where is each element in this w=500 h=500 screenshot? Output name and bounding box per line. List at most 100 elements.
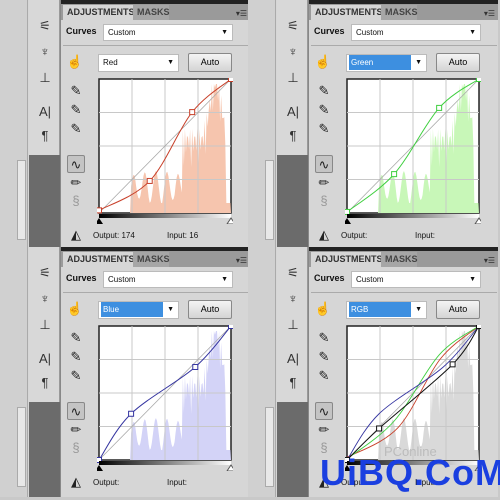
- brush-cup-icon[interactable]: ♆: [35, 44, 55, 60]
- brush-cup-icon[interactable]: ♆: [283, 291, 303, 307]
- adjust-sliders-icon[interactable]: ⚟: [283, 265, 303, 281]
- panel-scrollbar[interactable]: [248, 0, 276, 250]
- auto-button[interactable]: Auto: [188, 53, 232, 72]
- divider: [63, 45, 249, 46]
- preset-dropdown[interactable]: Custom ▼: [351, 271, 481, 288]
- channel-dropdown[interactable]: Red ▼: [98, 54, 179, 72]
- black-eyedropper-icon[interactable]: ✎: [67, 329, 85, 347]
- white-point-slider: [474, 217, 481, 224]
- curves-label: Curves: [66, 273, 97, 283]
- curve-control-point: [436, 104, 443, 111]
- adjustments-panel: ADJUSTMENTS MASKS ▾☰ Curves Custom ▼ ☝ Gr…: [308, 0, 498, 250]
- black-eyedropper-icon[interactable]: ✎: [315, 329, 333, 347]
- curve-edit-icon[interactable]: ∿: [315, 402, 333, 420]
- panel-menu-icon[interactable]: ▾☰: [484, 256, 495, 265]
- adjust-sliders-icon[interactable]: ⚟: [35, 265, 55, 281]
- white-eyedropper-icon[interactable]: ✎: [315, 367, 333, 385]
- panel-tabs: ADJUSTMENTS MASKS ▾☰: [309, 4, 498, 20]
- clipping-warning-icon[interactable]: ◭: [67, 226, 85, 244]
- divider: [311, 292, 497, 293]
- stamp-icon[interactable]: ⊥: [283, 70, 303, 86]
- black-point-slider: [345, 218, 351, 224]
- white-eyedropper-icon[interactable]: ✎: [67, 120, 85, 138]
- character-icon[interactable]: A|: [283, 351, 303, 367]
- target-adjust-hand-icon[interactable]: ☝: [66, 53, 84, 71]
- scroll-thumb[interactable]: [265, 160, 274, 240]
- scroll-thumb[interactable]: [17, 407, 26, 487]
- gray-eyedropper-icon[interactable]: ✎: [67, 101, 85, 119]
- panel-scrollbar[interactable]: [0, 0, 28, 250]
- scroll-thumb[interactable]: [265, 407, 274, 487]
- stamp-icon[interactable]: ⊥: [35, 70, 55, 86]
- panel-menu-icon[interactable]: ▾☰: [236, 9, 247, 18]
- black-point-slider: [97, 218, 103, 224]
- brush-cup-icon[interactable]: ♆: [35, 291, 55, 307]
- curves-graph[interactable]: [345, 78, 481, 224]
- channel-dropdown[interactable]: Blue ▼: [98, 301, 179, 319]
- white-point-slider: [226, 464, 233, 471]
- scroll-thumb[interactable]: [17, 160, 26, 240]
- white-eyedropper-icon[interactable]: ✎: [67, 367, 85, 385]
- pencil-icon[interactable]: ✏: [315, 174, 333, 192]
- target-adjust-hand-icon[interactable]: ☝: [66, 300, 84, 318]
- pencil-icon[interactable]: ✏: [67, 174, 85, 192]
- black-eyedropper-icon[interactable]: ✎: [67, 82, 85, 100]
- smooth-icon[interactable]: §: [315, 192, 333, 210]
- paragraph-icon[interactable]: ¶: [283, 375, 303, 391]
- white-eyedropper-icon[interactable]: ✎: [315, 120, 333, 138]
- curve-edit-icon[interactable]: ∿: [67, 155, 85, 173]
- character-icon[interactable]: A|: [35, 351, 55, 367]
- smooth-icon[interactable]: §: [67, 439, 85, 457]
- tab-masks[interactable]: MASKS: [133, 252, 170, 267]
- tab-masks[interactable]: MASKS: [381, 5, 418, 20]
- channel-dropdown[interactable]: Green ▼: [346, 54, 427, 72]
- clipping-warning-icon[interactable]: ◭: [67, 473, 85, 491]
- tab-masks[interactable]: MASKS: [133, 5, 170, 20]
- tab-adjustments[interactable]: ADJUSTMENTS: [311, 252, 383, 267]
- character-icon[interactable]: A|: [35, 104, 55, 120]
- stamp-icon[interactable]: ⊥: [35, 317, 55, 333]
- preset-dropdown[interactable]: Custom ▼: [103, 24, 233, 41]
- curve-control-point: [476, 325, 481, 329]
- curves-graph[interactable]: [97, 325, 233, 471]
- stamp-icon[interactable]: ⊥: [283, 317, 303, 333]
- tab-adjustments[interactable]: ADJUSTMENTS: [63, 252, 135, 267]
- smooth-icon[interactable]: §: [67, 192, 85, 210]
- gray-eyedropper-icon[interactable]: ✎: [315, 101, 333, 119]
- curve-control-point: [345, 208, 350, 215]
- paragraph-icon[interactable]: ¶: [35, 375, 55, 391]
- curve-edit-icon[interactable]: ∿: [315, 155, 333, 173]
- paragraph-icon[interactable]: ¶: [35, 128, 55, 144]
- clipping-warning-icon[interactable]: ◭: [315, 226, 333, 244]
- auto-button[interactable]: Auto: [436, 53, 480, 72]
- adjust-sliders-icon[interactable]: ⚟: [283, 18, 303, 34]
- paragraph-icon[interactable]: ¶: [283, 128, 303, 144]
- panel-scrollbar[interactable]: [248, 247, 276, 497]
- gray-eyedropper-icon[interactable]: ✎: [315, 348, 333, 366]
- tab-masks[interactable]: MASKS: [381, 252, 418, 267]
- preset-dropdown[interactable]: Custom ▼: [351, 24, 481, 41]
- chevron-down-icon: ▼: [469, 29, 476, 36]
- preset-dropdown[interactable]: Custom ▼: [103, 271, 233, 288]
- curves-graph[interactable]: [97, 78, 233, 224]
- channel-value: RGB: [349, 302, 411, 317]
- curve-edit-icon[interactable]: ∿: [67, 402, 85, 420]
- adjust-sliders-icon[interactable]: ⚟: [35, 18, 55, 34]
- tab-adjustments[interactable]: ADJUSTMENTS: [63, 5, 135, 20]
- tab-adjustments[interactable]: ADJUSTMENTS: [311, 5, 383, 20]
- black-eyedropper-icon[interactable]: ✎: [315, 82, 333, 100]
- target-adjust-hand-icon[interactable]: ☝: [314, 53, 332, 71]
- target-adjust-hand-icon[interactable]: ☝: [314, 300, 332, 318]
- auto-button[interactable]: Auto: [436, 300, 480, 319]
- channel-dropdown[interactable]: RGB ▼: [346, 301, 427, 319]
- panel-scrollbar[interactable]: [0, 247, 28, 497]
- brush-cup-icon[interactable]: ♆: [283, 44, 303, 60]
- pencil-icon[interactable]: ✏: [67, 421, 85, 439]
- gray-eyedropper-icon[interactable]: ✎: [67, 348, 85, 366]
- watermark: UiBQ.CoM: [320, 452, 500, 493]
- panel-menu-icon[interactable]: ▾☰: [236, 256, 247, 265]
- pencil-icon[interactable]: ✏: [315, 421, 333, 439]
- panel-menu-icon[interactable]: ▾☰: [484, 9, 495, 18]
- character-icon[interactable]: A|: [283, 104, 303, 120]
- auto-button[interactable]: Auto: [188, 300, 232, 319]
